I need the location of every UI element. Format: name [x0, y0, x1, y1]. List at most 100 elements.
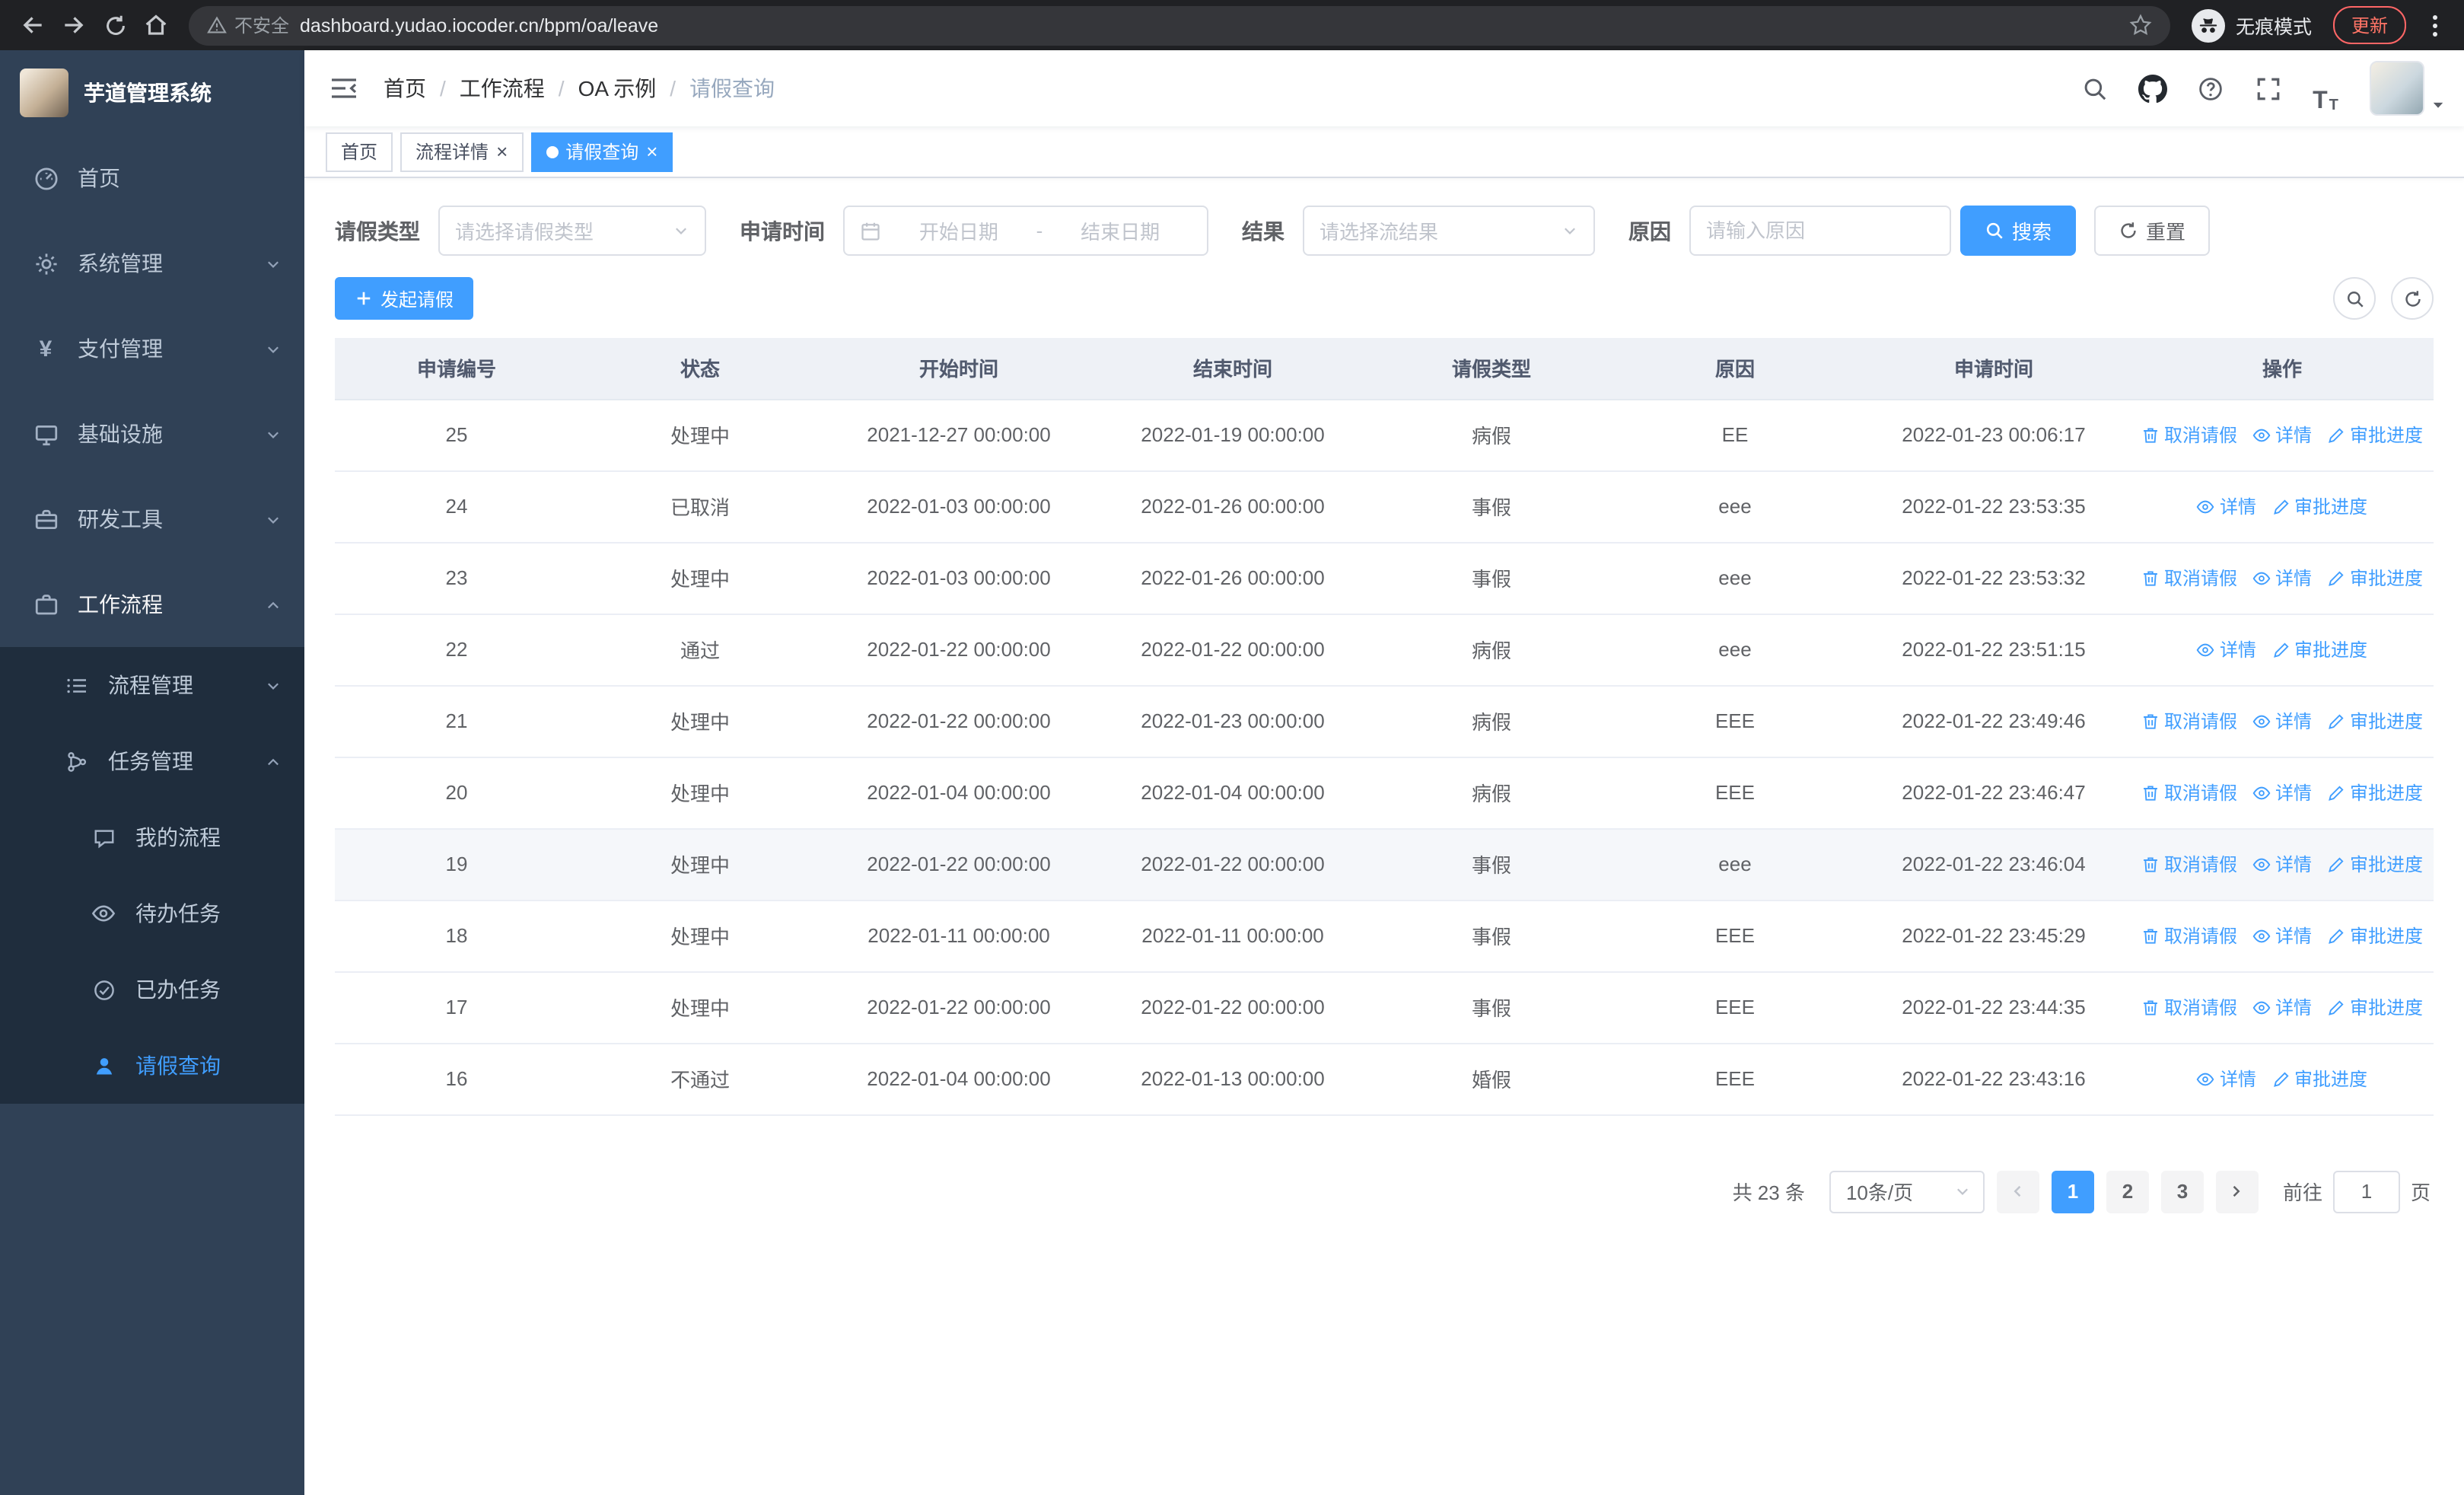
tab-leave-query[interactable]: 请假查询 × — [530, 132, 673, 171]
detail-link[interactable]: 详情 — [2252, 565, 2312, 591]
refresh-table-button[interactable] — [2391, 277, 2434, 320]
approval-progress-link[interactable]: 审批进度 — [2327, 994, 2423, 1020]
sidebar-item-task-management[interactable]: 任务管理 — [0, 723, 304, 799]
help-icon[interactable] — [2184, 62, 2236, 114]
browser-update-button[interactable]: 更新 — [2332, 6, 2406, 44]
breadcrumb-home[interactable]: 首页 — [384, 73, 426, 104]
approval-progress-link[interactable]: 审批进度 — [2271, 1066, 2367, 1092]
cell-reason: EEE — [1613, 971, 1857, 1044]
page-button-3[interactable]: 3 — [2160, 1170, 2204, 1213]
approval-progress-link[interactable]: 审批进度 — [2271, 493, 2367, 519]
apply-time-range-picker[interactable]: 开始日期 - 结束日期 — [843, 206, 1208, 256]
breadcrumb-workflow[interactable]: 工作流程 — [460, 73, 545, 104]
goto-page-input[interactable] — [2332, 1170, 2400, 1213]
table-row: 18 处理中 2022-01-11 00:00:00 2022-01-11 00:00… — [335, 900, 2434, 972]
approval-progress-link[interactable]: 审批进度 — [2327, 779, 2423, 805]
toggle-search-button[interactable] — [2333, 277, 2376, 320]
sidebar-item-process-management[interactable]: 流程管理 — [0, 647, 304, 723]
chevron-down-icon — [265, 340, 282, 357]
monitor-icon — [30, 421, 61, 447]
breadcrumb-oa-example[interactable]: OA 示例 — [578, 73, 657, 104]
detail-link[interactable]: 详情 — [2197, 636, 2256, 662]
close-icon[interactable]: × — [646, 142, 657, 161]
detail-link[interactable]: 详情 — [2252, 708, 2312, 734]
security-warning[interactable]: 不安全 — [207, 12, 289, 38]
approval-progress-link[interactable]: 审批进度 — [2327, 708, 2423, 734]
browser-menu-icon[interactable] — [2418, 5, 2452, 46]
sidebar-collapse-icon[interactable] — [304, 50, 384, 126]
goto-label: 前往 — [2282, 1181, 2322, 1204]
cancel-leave-link[interactable]: 取消请假 — [2141, 422, 2237, 448]
browser-reload-button[interactable] — [94, 5, 135, 46]
create-leave-button[interactable]: 发起请假 — [335, 277, 474, 320]
cancel-leave-link[interactable]: 取消请假 — [2141, 923, 2237, 948]
page-button-2[interactable]: 2 — [2106, 1170, 2149, 1213]
tab-home[interactable]: 首页 — [326, 132, 393, 171]
detail-link[interactable]: 详情 — [2252, 851, 2312, 877]
table-row: 23 处理中 2022-01-03 00:00:00 2022-01-26 00:00… — [335, 542, 2434, 614]
search-icon[interactable] — [2068, 62, 2120, 114]
github-icon[interactable] — [2126, 62, 2178, 114]
reason-label: 原因 — [1628, 218, 1671, 243]
sidebar-item-done-tasks[interactable]: 已办任务 — [0, 952, 304, 1028]
close-icon[interactable]: × — [496, 142, 508, 161]
reset-button[interactable]: 重置 — [2094, 206, 2211, 256]
cancel-leave-link[interactable]: 取消请假 — [2141, 565, 2237, 591]
cell-start-time: 2021-12-27 00:00:00 — [822, 399, 1096, 471]
font-size-icon[interactable]: TT — [2300, 62, 2351, 114]
breadcrumb-separator: / — [558, 76, 565, 100]
cancel-leave-link[interactable]: 取消请假 — [2141, 779, 2237, 805]
sidebar-item-infrastructure[interactable]: 基础设施 — [0, 391, 304, 477]
incognito-icon — [2191, 8, 2225, 42]
browser-forward-button[interactable] — [53, 5, 94, 46]
detail-link[interactable]: 详情 — [2252, 422, 2312, 448]
sidebar-item-system[interactable]: 系统管理 — [0, 221, 304, 306]
prev-page-button[interactable] — [1996, 1170, 2039, 1213]
cell-status: 处理中 — [578, 542, 822, 614]
incognito-label: 无痕模式 — [2235, 17, 2312, 38]
approval-progress-link[interactable]: 审批进度 — [2327, 565, 2423, 591]
detail-link[interactable]: 详情 — [2197, 1066, 2256, 1092]
detail-link[interactable]: 详情 — [2197, 493, 2256, 519]
cell-reason: EEE — [1613, 757, 1857, 829]
sidebar-item-dev-tools[interactable]: 研发工具 — [0, 477, 304, 562]
leave-type-select[interactable]: 请选择请假类型 — [438, 206, 706, 256]
reason-input[interactable] — [1689, 206, 1951, 256]
calendar-icon — [860, 220, 881, 241]
cancel-leave-link[interactable]: 取消请假 — [2141, 851, 2237, 877]
cell-reason: eee — [1613, 470, 1857, 543]
sidebar-item-home[interactable]: 首页 — [0, 135, 304, 221]
browser-back-button[interactable] — [12, 5, 53, 46]
browser-home-button[interactable] — [135, 5, 177, 46]
cell-apply-no: 24 — [335, 470, 578, 543]
address-bar[interactable]: 不安全 dashboard.yudao.iocoder.cn/bpm/oa/le… — [189, 5, 2170, 45]
approval-progress-link[interactable]: 审批进度 — [2327, 851, 2423, 877]
detail-link[interactable]: 详情 — [2252, 779, 2312, 805]
page-size-select[interactable]: 10条/页 — [1829, 1170, 1985, 1213]
detail-link[interactable]: 详情 — [2252, 994, 2312, 1020]
cell-apply-time: 2022-01-23 00:06:17 — [1857, 399, 2131, 471]
bookmark-star-icon[interactable] — [2129, 14, 2152, 37]
sidebar-item-payment[interactable]: ¥ 支付管理 — [0, 306, 304, 391]
detail-link[interactable]: 详情 — [2252, 923, 2312, 948]
user-menu[interactable] — [2370, 61, 2446, 116]
approval-progress-link[interactable]: 审批进度 — [2327, 422, 2423, 448]
approval-progress-link[interactable]: 审批进度 — [2271, 636, 2367, 662]
result-select[interactable]: 请选择流结果 — [1303, 206, 1595, 256]
chevron-down-icon — [1561, 222, 1578, 239]
sidebar-item-my-process[interactable]: 我的流程 — [0, 799, 304, 875]
approval-progress-link[interactable]: 审批进度 — [2327, 923, 2423, 948]
sidebar-item-workflow[interactable]: 工作流程 — [0, 562, 304, 647]
cancel-leave-link[interactable]: 取消请假 — [2141, 708, 2237, 734]
cell-leave-type: 病假 — [1370, 685, 1613, 757]
tab-process-detail[interactable]: 流程详情 × — [400, 132, 524, 171]
fullscreen-icon[interactable] — [2242, 62, 2294, 114]
next-page-button[interactable] — [2215, 1170, 2259, 1213]
sidebar-item-todo-tasks[interactable]: 待办任务 — [0, 875, 304, 952]
search-button[interactable]: 搜索 — [1960, 206, 2077, 256]
page-button-1[interactable]: 1 — [2051, 1170, 2094, 1213]
cell-leave-type: 病假 — [1370, 399, 1613, 471]
sidebar-item-label: 任务管理 — [108, 749, 193, 773]
cancel-leave-link[interactable]: 取消请假 — [2141, 994, 2237, 1020]
sidebar-item-leave-query[interactable]: 请假查询 — [0, 1028, 304, 1104]
